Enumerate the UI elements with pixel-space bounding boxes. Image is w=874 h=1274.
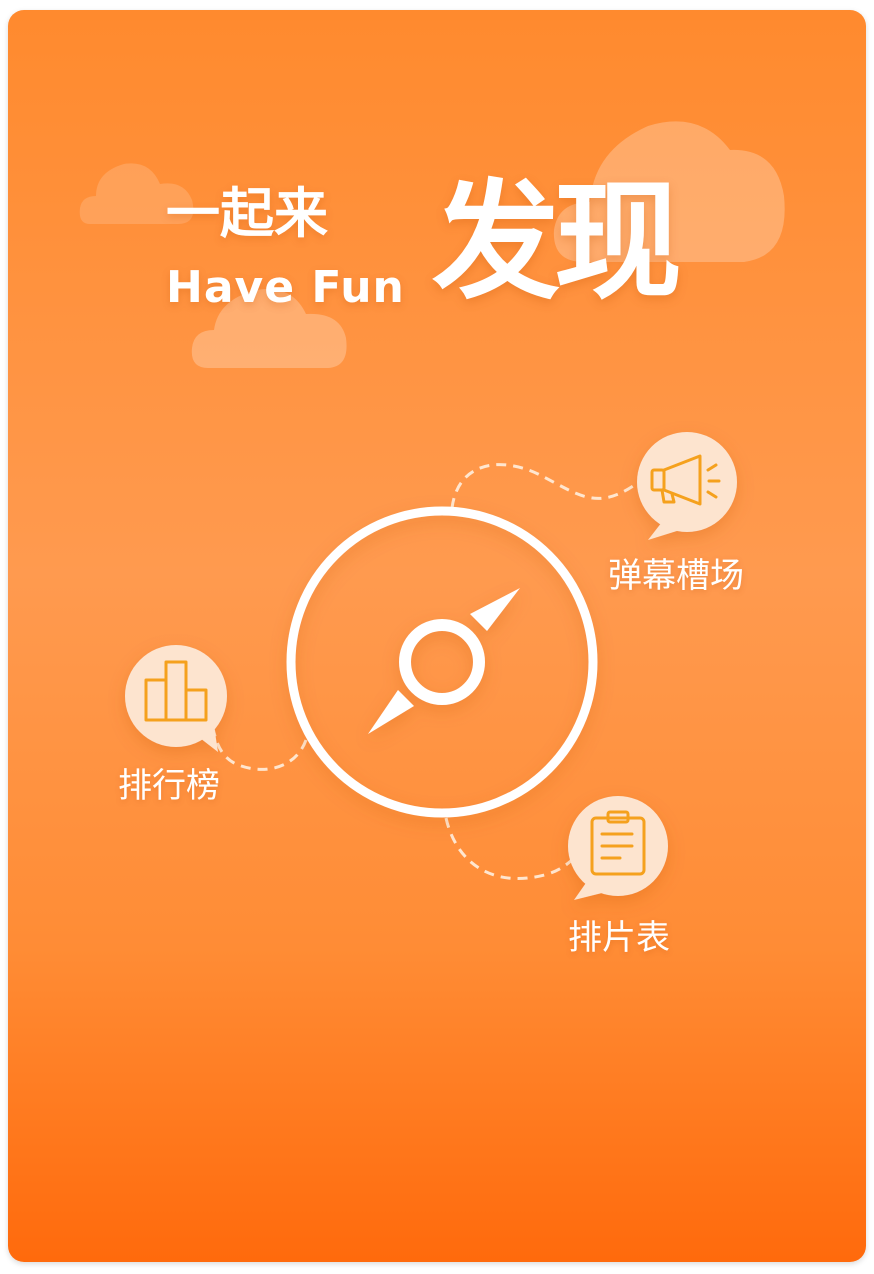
connector-schedule (444, 817, 576, 880)
feature-schedule-button[interactable] (568, 796, 668, 900)
discover-card: 一起来 Have Fun 发现 弹幕槽场 排行榜 排片表 (8, 10, 866, 1262)
feature-ranking-label[interactable]: 排行榜 (118, 766, 220, 806)
feature-schedule-label[interactable]: 排片表 (568, 918, 670, 958)
feature-ranking-button[interactable] (125, 645, 227, 752)
feature-danmu-label[interactable]: 弹幕槽场 (608, 556, 744, 596)
feature-danmu-button[interactable] (637, 432, 737, 540)
connector-danmu (450, 463, 637, 509)
discover-diagram (125, 432, 737, 900)
connector-ranking (210, 723, 308, 771)
compass-icon (286, 506, 598, 818)
